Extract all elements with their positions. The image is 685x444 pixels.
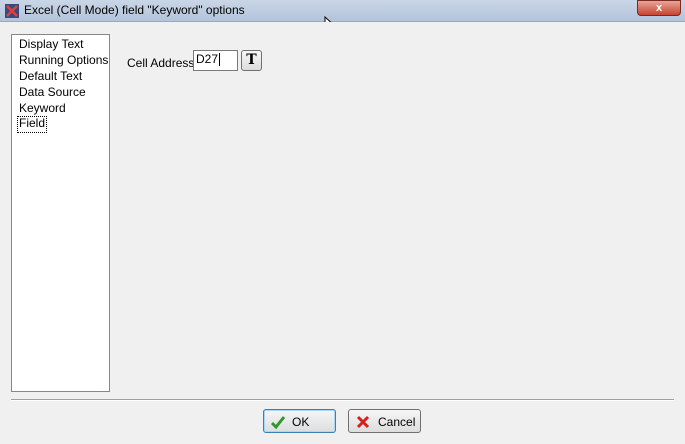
ok-button-label: OK [292, 415, 310, 429]
close-button[interactable]: x [637, 0, 681, 16]
title-bar[interactable]: Excel (Cell Mode) field "Keyword" option… [0, 0, 685, 22]
footer-separator [11, 399, 674, 401]
text-format-button[interactable]: T [241, 50, 262, 71]
text-caret [219, 53, 221, 67]
cell-address-label: Cell Address [127, 56, 195, 70]
red-x-icon [356, 415, 370, 429]
checkmark-icon [270, 416, 286, 430]
ok-button[interactable]: OK [263, 409, 336, 433]
cell-address-value: D27 [196, 52, 219, 66]
list-item-field[interactable]: Field [17, 116, 48, 133]
text-t-icon: T [246, 52, 257, 68]
list-item-running-options[interactable]: Running Options [18, 53, 109, 68]
app-icon [5, 4, 19, 18]
list-item-data-source[interactable]: Data Source [18, 85, 87, 100]
window-title: Excel (Cell Mode) field "Keyword" option… [24, 3, 245, 17]
list-item-default-text[interactable]: Default Text [18, 69, 83, 84]
cancel-button-label: Cancel [378, 415, 416, 429]
list-item-display-text[interactable]: Display Text [18, 37, 84, 52]
cell-address-input[interactable]: D27 [193, 50, 238, 71]
options-list[interactable]: Display Text Running Options Default Tex… [11, 34, 110, 392]
close-icon: x [655, 2, 663, 14]
list-item-keyword[interactable]: Keyword [18, 101, 67, 116]
cancel-button[interactable]: Cancel [348, 409, 421, 433]
